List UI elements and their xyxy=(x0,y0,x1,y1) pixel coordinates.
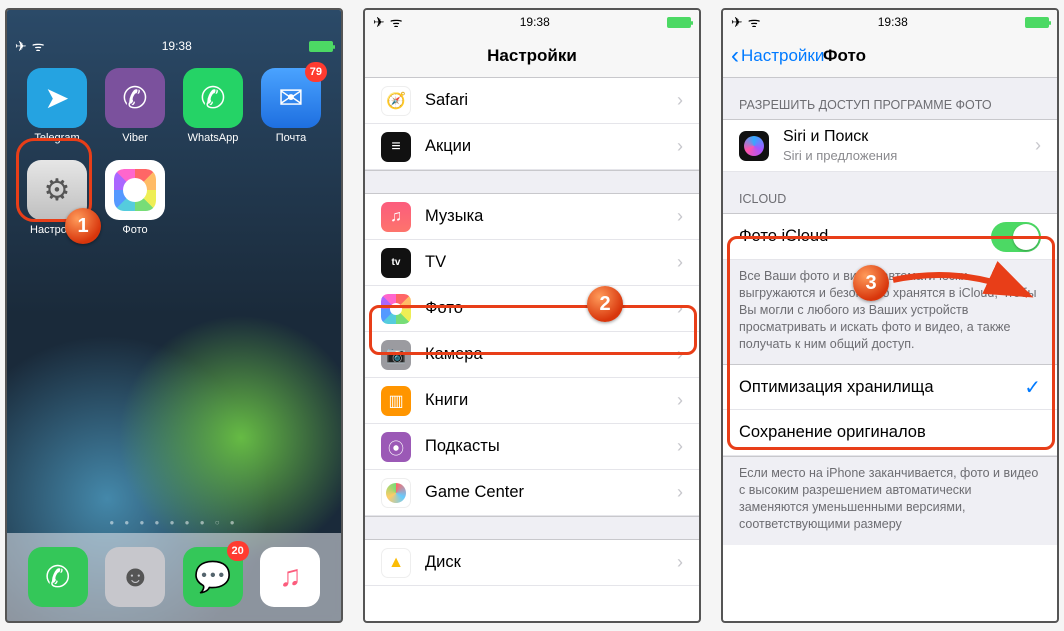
navbar: Настройки xyxy=(365,34,699,78)
app-photos[interactable]: Фото xyxy=(99,160,171,236)
row-podcasts[interactable]: ⦿ Подкасты › xyxy=(365,424,699,470)
safari-icon: 🧭 xyxy=(381,86,411,116)
navbar-title: Настройки xyxy=(487,46,577,66)
status-time: 19:38 xyxy=(520,15,550,29)
dock-contacts[interactable]: ☻ xyxy=(105,547,165,607)
app-viber[interactable]: ✆ Viber xyxy=(99,68,171,144)
app-whatsapp[interactable]: ✆ WhatsApp xyxy=(177,68,249,144)
status-time: 19:38 xyxy=(878,15,908,29)
mail-icon: ✉ 79 xyxy=(261,68,321,128)
camera-icon: 📷 xyxy=(381,340,411,370)
siri-icon xyxy=(739,131,769,161)
chevron-right-icon: › xyxy=(1035,135,1041,156)
app-telegram[interactable]: ➤ Telegram xyxy=(21,68,93,144)
row-camera[interactable]: 📷 Камера › xyxy=(365,332,699,378)
photos-icon xyxy=(105,160,165,220)
row-stocks[interactable]: ≡ Акции › xyxy=(365,124,699,170)
messages-icon: 💬20 xyxy=(183,547,243,607)
settings-list[interactable]: 🧭 Safari › ≡ Акции › ♫ Музыка › tv TV › … xyxy=(365,78,699,586)
screen-home: ✈ ᯤ 19:38 ➤ Telegram ✆ Viber ✆ WhatsApp … xyxy=(5,8,343,623)
wifi-icon: ᯤ xyxy=(390,15,403,29)
icloud-photos-toggle[interactable] xyxy=(991,222,1041,252)
chevron-right-icon: › xyxy=(677,298,683,319)
screen-photo-settings: ✈ ᯤ 19:38 ‹ Настройки Фото РАЗРЕШИТЬ ДОСТ… xyxy=(721,8,1059,623)
storage-description: Если место на iPhone заканчивается, фото… xyxy=(723,456,1057,545)
status-bar: ✈ ᯤ 19:38 xyxy=(365,10,699,34)
status-bar: ✈ ᯤ 19:38 xyxy=(7,34,341,58)
battery-icon xyxy=(1025,17,1049,28)
airplane-mode-icon: ✈ xyxy=(15,39,27,53)
settings-icon: ⚙ xyxy=(27,160,87,220)
row-optimize-storage[interactable]: Оптимизация хранилища ✓ xyxy=(723,364,1057,410)
photos-icon xyxy=(381,294,411,324)
row-keep-originals[interactable]: Сохранение оригиналов xyxy=(723,410,1057,456)
row-tv[interactable]: tv TV › xyxy=(365,240,699,286)
chevron-right-icon: › xyxy=(677,206,683,227)
section-allow-access: РАЗРЕШИТЬ ДОСТУП ПРОГРАММЕ ФОТО xyxy=(723,78,1057,120)
chevron-right-icon: › xyxy=(677,344,683,365)
dock-music[interactable]: ♫ xyxy=(260,547,320,607)
chevron-right-icon: › xyxy=(677,390,683,411)
row-drive[interactable]: ▲ Диск › xyxy=(365,540,699,586)
books-icon: ▥ xyxy=(381,386,411,416)
page-dots[interactable]: ● ● ● ● ● ● ● ○ ● xyxy=(7,512,341,533)
chevron-right-icon: › xyxy=(677,136,683,157)
row-siri-search[interactable]: Siri и Поиск Siri и предложения › xyxy=(723,120,1057,172)
phone-icon: ✆ xyxy=(28,547,88,607)
airplane-mode-icon: ✈ xyxy=(731,15,743,29)
mail-badge: 79 xyxy=(305,62,327,82)
podcasts-icon: ⦿ xyxy=(381,432,411,462)
home-wallpaper: ✈ ᯤ 19:38 ➤ Telegram ✆ Viber ✆ WhatsApp … xyxy=(7,10,341,621)
chevron-right-icon: › xyxy=(677,552,683,573)
drive-icon: ▲ xyxy=(381,548,411,578)
row-icloud-photos[interactable]: Фото iCloud xyxy=(723,214,1057,260)
section-icloud: ICLOUD xyxy=(723,172,1057,214)
chevron-right-icon: › xyxy=(677,90,683,111)
row-safari[interactable]: 🧭 Safari › xyxy=(365,78,699,124)
chevron-left-icon: ‹ xyxy=(731,44,739,68)
dock: ✆ ☻ 💬20 ♫ xyxy=(7,533,341,621)
navbar: ‹ Настройки Фото xyxy=(723,34,1057,78)
chevron-right-icon: › xyxy=(677,252,683,273)
row-photos[interactable]: Фото › xyxy=(365,286,699,332)
battery-icon xyxy=(667,17,691,28)
messages-badge: 20 xyxy=(227,541,249,561)
music-icon: ♫ xyxy=(381,202,411,232)
status-time: 19:38 xyxy=(162,39,192,53)
game-center-icon xyxy=(381,478,411,508)
status-bar: ✈ ᯤ 19:38 xyxy=(723,10,1057,34)
chevron-right-icon: › xyxy=(677,482,683,503)
row-game-center[interactable]: Game Center › xyxy=(365,470,699,516)
music-icon: ♫ xyxy=(260,547,320,607)
wifi-icon: ᯤ xyxy=(748,15,761,29)
chevron-right-icon: › xyxy=(677,436,683,457)
checkmark-icon: ✓ xyxy=(1024,375,1041,400)
viber-icon: ✆ xyxy=(105,68,165,128)
airplane-mode-icon: ✈ xyxy=(373,15,385,29)
stocks-icon: ≡ xyxy=(381,132,411,162)
navbar-title: Фото xyxy=(823,46,866,66)
row-music[interactable]: ♫ Музыка › xyxy=(365,194,699,240)
whatsapp-icon: ✆ xyxy=(183,68,243,128)
back-button[interactable]: ‹ Настройки xyxy=(731,44,824,68)
dock-messages[interactable]: 💬20 xyxy=(183,547,243,607)
dock-phone[interactable]: ✆ xyxy=(28,547,88,607)
tv-icon: tv xyxy=(381,248,411,278)
battery-icon xyxy=(309,41,333,52)
contacts-icon: ☻ xyxy=(105,547,165,607)
telegram-icon: ➤ xyxy=(27,68,87,128)
app-settings[interactable]: ⚙ Настройки xyxy=(21,160,93,236)
wifi-icon: ᯤ xyxy=(32,39,45,53)
app-mail[interactable]: ✉ 79 Почта xyxy=(255,68,327,144)
screen-settings: ✈ ᯤ 19:38 Настройки 🧭 Safari › ≡ Акции › … xyxy=(363,8,701,623)
row-books[interactable]: ▥ Книги › xyxy=(365,378,699,424)
icloud-description: Все Ваши фото и видео автоматически выгр… xyxy=(723,260,1057,364)
